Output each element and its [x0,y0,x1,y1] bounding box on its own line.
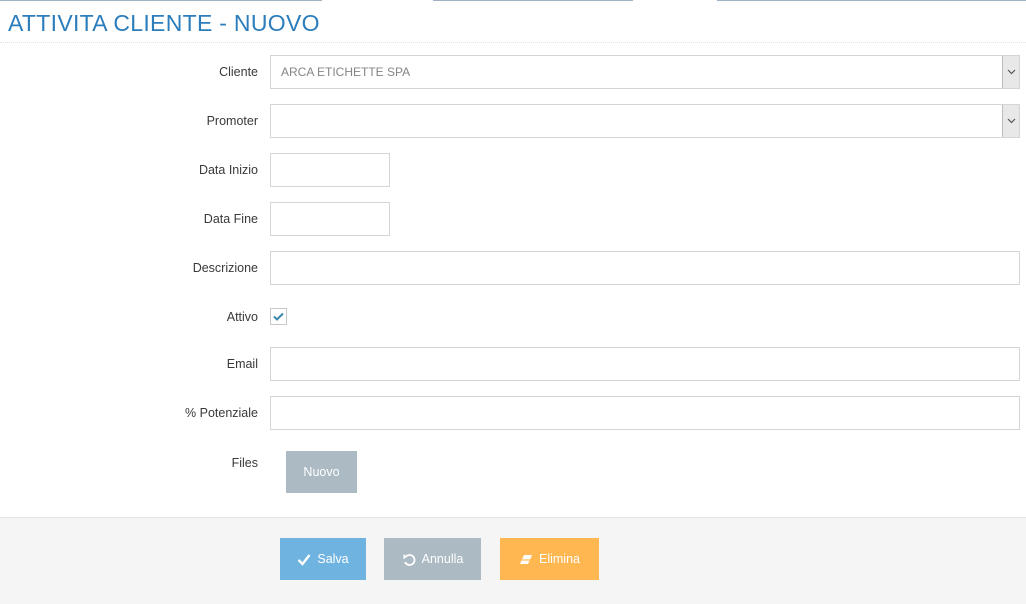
cancel-button-label: Annulla [421,552,464,566]
cliente-row: Cliente ARCA ETICHETTE SPA [0,55,1026,89]
email-label: Email [226,357,258,371]
undo-icon [403,553,416,566]
potenziale-label: % Potenziale [185,406,258,420]
save-button-label: Salva [317,552,349,566]
files-row: Files Nuovo [0,446,1026,494]
files-label: Files [231,456,258,470]
cliente-select[interactable]: ARCA ETICHETTE SPA [270,55,1020,89]
cliente-label: Cliente [219,65,258,79]
data-inizio-row: Data Inizio [0,153,1026,187]
save-button[interactable]: Salva [280,538,366,580]
page-title: ATTIVITA CLIENTE - NUOVO [8,10,320,36]
data-fine-row: Data Fine [0,202,1026,236]
check-icon [298,553,311,566]
form-actions: Salva Annulla Elimina [0,517,1026,604]
data-fine-label: Data Fine [203,212,258,226]
chevron-down-icon[interactable] [1002,105,1019,137]
delete-button[interactable]: Elimina [500,538,599,580]
title-divider [0,42,1026,43]
promoter-select[interactable] [270,104,1020,138]
cancel-button[interactable]: Annulla [384,538,481,580]
eraser-icon [520,554,532,564]
data-fine-input[interactable] [270,202,390,236]
email-row: Email [0,347,1026,381]
email-input[interactable] [270,347,1020,381]
check-icon [273,312,284,321]
data-inizio-label: Data Inizio [198,163,258,177]
attivo-row: Attivo [0,300,1026,334]
data-inizio-input[interactable] [270,153,390,187]
descrizione-input[interactable] [270,251,1020,285]
descrizione-label: Descrizione [192,261,258,275]
attivo-checkbox[interactable] [270,308,287,325]
promoter-label: Promoter [206,114,258,128]
attivo-label: Attivo [226,310,258,324]
potenziale-input[interactable] [270,396,1020,430]
cliente-selected-value: ARCA ETICHETTE SPA [281,65,411,79]
top-tab-strip [0,0,1026,2]
delete-button-label: Elimina [539,552,580,566]
promoter-row: Promoter [0,104,1026,138]
descrizione-row: Descrizione [0,251,1026,285]
nuovo-file-button[interactable]: Nuovo [286,451,357,493]
chevron-down-icon[interactable] [1002,56,1019,88]
potenziale-row: % Potenziale [0,396,1026,430]
